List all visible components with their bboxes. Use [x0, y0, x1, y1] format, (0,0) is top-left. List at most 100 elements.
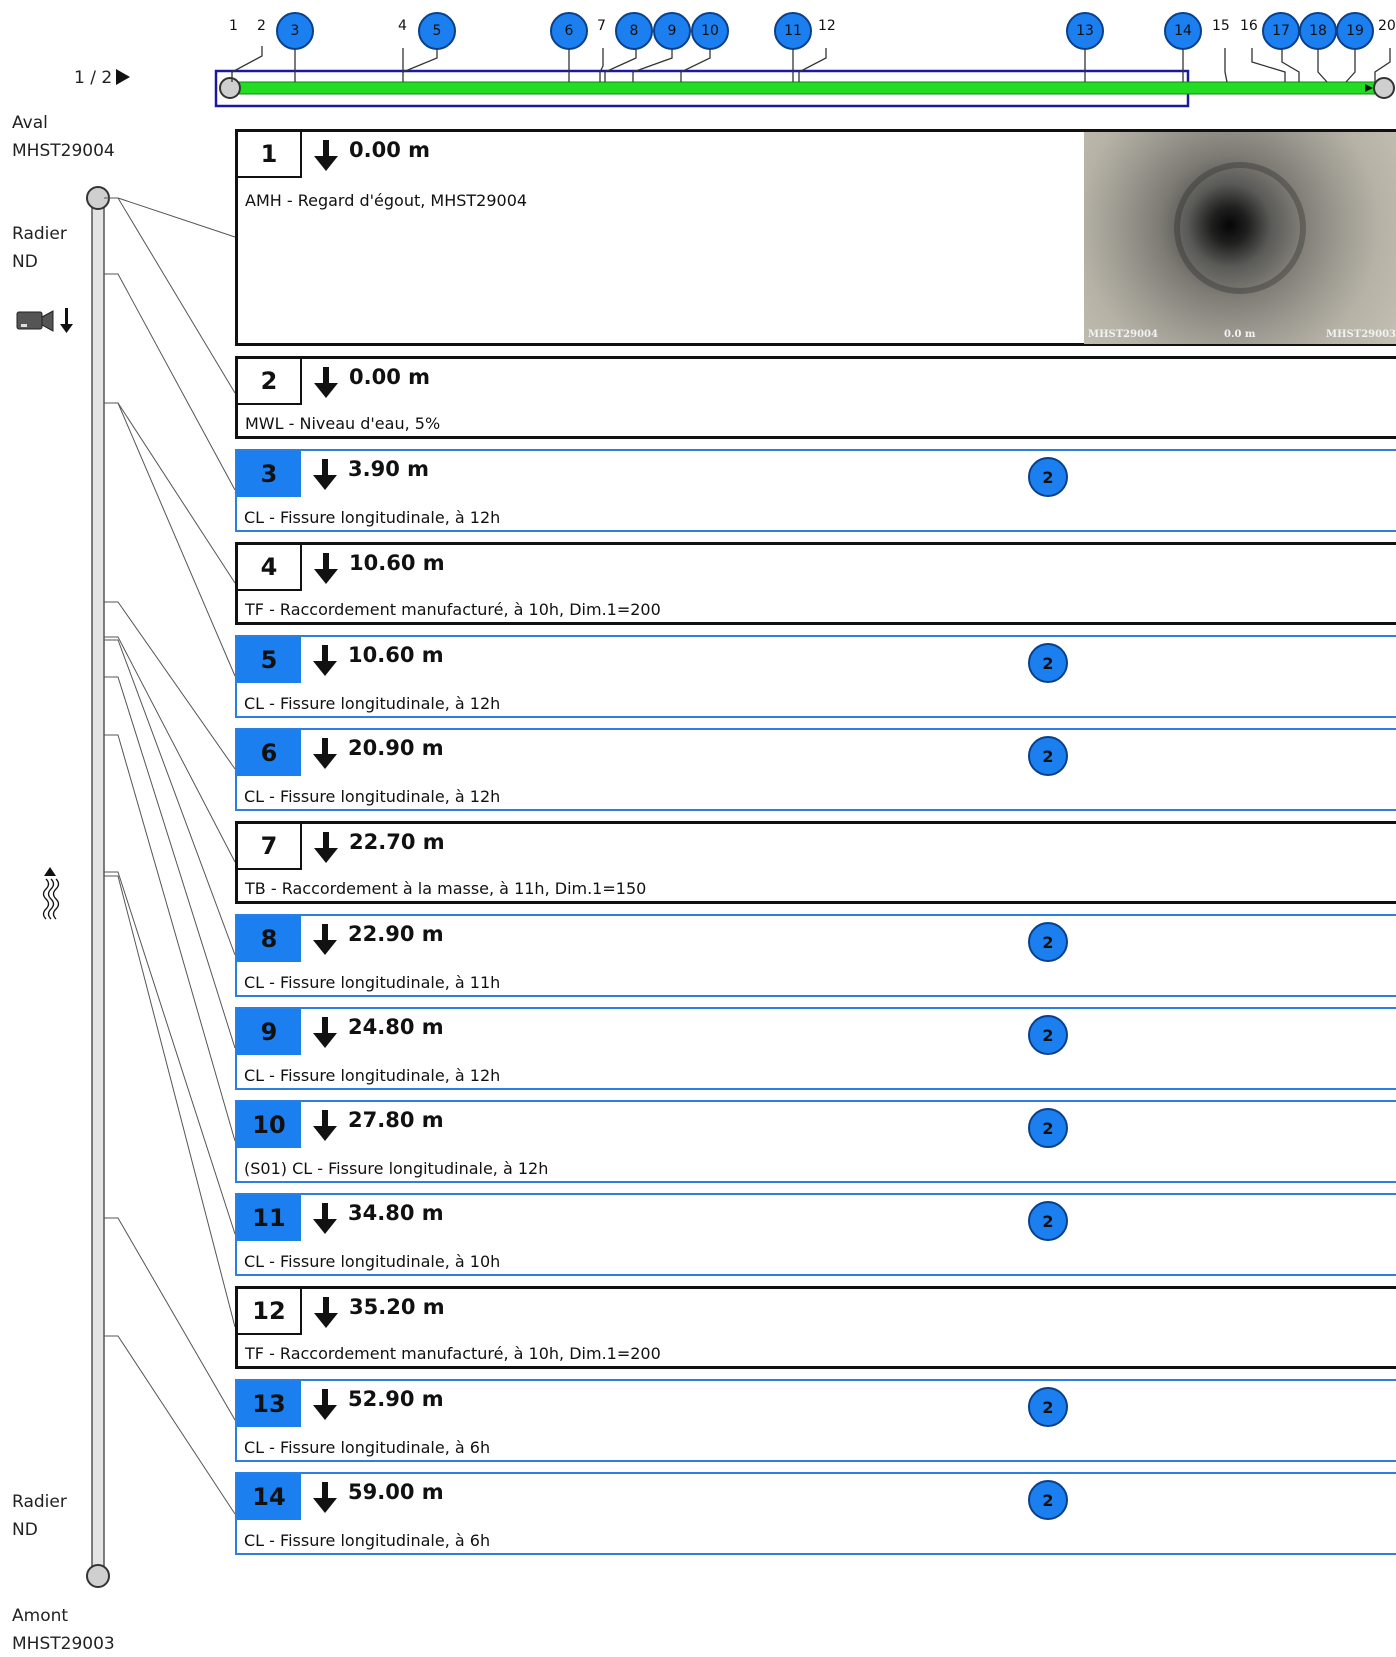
observation-distance: 27.80 m: [348, 1108, 444, 1132]
down-arrow-icon: [314, 832, 338, 863]
observation-number: 10: [237, 1102, 301, 1148]
pipe-end-node: [1373, 77, 1395, 99]
observation-number: 4: [238, 545, 302, 591]
observation-card[interactable]: 4 10.60 m TF - Raccordement manufacturé,…: [235, 542, 1396, 625]
observation-card[interactable]: 11 34.80 m 2 CL - Fissure longitudinale,…: [235, 1193, 1396, 1276]
observation-number: 5: [237, 637, 301, 683]
inspection-photo[interactable]: MHST29004 0.0 m MHST29003: [1084, 132, 1396, 344]
marker-4[interactable]: 4: [398, 18, 407, 34]
marker-14[interactable]: 14: [1164, 12, 1202, 50]
observation-number: 7: [238, 824, 302, 870]
observation-card[interactable]: 7 22.70 m TB - Raccordement à la masse, …: [235, 821, 1396, 904]
observation-card[interactable]: 2 0.00 m MWL - Niveau d'eau, 5%: [235, 356, 1396, 439]
observation-description: MWL - Niveau d'eau, 5%: [245, 414, 441, 433]
observation-description: TF - Raccordement manufacturé, à 10h, Di…: [245, 600, 661, 619]
pipe-joint-ring: [1174, 162, 1306, 294]
marker-5[interactable]: 5: [418, 12, 456, 50]
vertical-pipe-diagram: [86, 186, 236, 1588]
observation-description: CL - Fissure longitudinale, à 12h: [244, 508, 501, 527]
marker-17[interactable]: 17: [1262, 12, 1300, 50]
observation-card[interactable]: 5 10.60 m 2 CL - Fissure longitudinale, …: [235, 635, 1396, 718]
observation-card[interactable]: 3 3.90 m 2 CL - Fissure longitudinale, à…: [235, 449, 1396, 532]
down-arrow-icon: [313, 1017, 337, 1048]
photo-caption-right: MHST29003: [1326, 329, 1396, 340]
marker-19[interactable]: 19: [1336, 12, 1374, 50]
grade-badge: 2: [1028, 643, 1068, 683]
observation-description: TB - Raccordement à la masse, à 11h, Dim…: [245, 879, 647, 898]
down-arrow-icon: [314, 140, 338, 171]
marker-10[interactable]: 10: [691, 12, 729, 50]
observation-card[interactable]: 13 52.90 m 2 CL - Fissure longitudinale,…: [235, 1379, 1396, 1462]
marker-13[interactable]: 13: [1066, 12, 1104, 50]
observation-card[interactable]: 1 0.00 m AMH - Regard d'égout, MHST29004…: [235, 129, 1396, 346]
observation-distance: 22.90 m: [348, 922, 444, 946]
marker-11[interactable]: 11: [774, 12, 812, 50]
down-arrow-icon: [313, 1110, 337, 1141]
observation-number: 13: [237, 1381, 301, 1427]
marker-7[interactable]: 7: [597, 18, 606, 34]
observation-description: TF - Raccordement manufacturé, à 10h, Di…: [245, 1344, 661, 1363]
observation-number: 12: [238, 1289, 302, 1335]
observation-description: AMH - Regard d'égout, MHST29004: [245, 191, 528, 210]
observation-description: (S01) CL - Fissure longitudinale, à 12h: [244, 1159, 549, 1178]
observation-card[interactable]: 10 27.80 m 2 (S01) CL - Fissure longitud…: [235, 1100, 1396, 1183]
photo-caption-left: MHST29004: [1088, 329, 1158, 340]
down-arrow-icon: [313, 1389, 337, 1420]
vertical-pipe: [91, 197, 105, 1577]
grade-badge: 2: [1028, 1387, 1068, 1427]
observation-distance: 24.80 m: [348, 1015, 444, 1039]
down-arrow-icon: [314, 367, 338, 398]
grade-badge: 2: [1028, 1201, 1068, 1241]
marker-20[interactable]: 20: [1378, 18, 1396, 34]
observation-description: CL - Fissure longitudinale, à 12h: [244, 694, 501, 713]
grade-badge: 2: [1028, 457, 1068, 497]
marker-3[interactable]: 3: [276, 12, 314, 50]
grade-badge: 2: [1028, 1108, 1068, 1148]
observation-card[interactable]: 8 22.90 m 2 CL - Fissure longitudinale, …: [235, 914, 1396, 997]
observation-distance: 52.90 m: [348, 1387, 444, 1411]
observation-number: 9: [237, 1009, 301, 1055]
observation-card[interactable]: 12 35.20 m TF - Raccordement manufacturé…: [235, 1286, 1396, 1369]
observation-distance: 34.80 m: [348, 1201, 444, 1225]
marker-15[interactable]: 15: [1212, 18, 1230, 34]
observation-number: 1: [238, 132, 302, 178]
down-arrow-icon: [313, 1203, 337, 1234]
pipe-bar: [228, 81, 1385, 95]
observation-number: 2: [238, 359, 302, 405]
marker-16[interactable]: 16: [1240, 18, 1258, 34]
observation-description: CL - Fissure longitudinale, à 10h: [244, 1252, 501, 1271]
down-arrow-icon: [313, 459, 337, 490]
marker-18[interactable]: 18: [1299, 12, 1337, 50]
observation-distance: 10.60 m: [349, 551, 445, 575]
down-arrow-icon: [314, 1297, 338, 1328]
grade-badge: 2: [1028, 736, 1068, 776]
observation-number: 8: [237, 916, 301, 962]
down-arrow-icon: [313, 924, 337, 955]
observation-distance: 0.00 m: [349, 138, 431, 162]
observation-distance: 59.00 m: [348, 1480, 444, 1504]
marker-8[interactable]: 8: [615, 12, 653, 50]
bottom-node: [86, 1564, 110, 1588]
observation-distance: 10.60 m: [348, 643, 444, 667]
marker-12[interactable]: 12: [818, 18, 836, 34]
observation-description: CL - Fissure longitudinale, à 6h: [244, 1438, 491, 1457]
observation-card[interactable]: 9 24.80 m 2 CL - Fissure longitudinale, …: [235, 1007, 1396, 1090]
marker-2[interactable]: 2: [257, 18, 266, 34]
grade-badge: 2: [1028, 1015, 1068, 1055]
grade-badge: 2: [1028, 922, 1068, 962]
observation-distance: 0.00 m: [349, 365, 431, 389]
observation-number: 14: [237, 1474, 301, 1520]
observation-card[interactable]: 6 20.90 m 2 CL - Fissure longitudinale, …: [235, 728, 1396, 811]
down-arrow-icon: [313, 1482, 337, 1513]
marker-leaders: [231, 46, 1391, 83]
observation-card[interactable]: 14 59.00 m 2 CL - Fissure longitudinale,…: [235, 1472, 1396, 1555]
marker-6[interactable]: 6: [550, 12, 588, 50]
observation-description: CL - Fissure longitudinale, à 11h: [244, 973, 501, 992]
observation-distance: 3.90 m: [348, 457, 430, 481]
marker-9[interactable]: 9: [653, 12, 691, 50]
observation-number: 11: [237, 1195, 301, 1241]
observation-description: CL - Fissure longitudinale, à 12h: [244, 1066, 501, 1085]
photo-caption-center: 0.0 m: [1224, 329, 1256, 340]
observation-distance: 20.90 m: [348, 736, 444, 760]
down-arrow-icon: [314, 553, 338, 584]
